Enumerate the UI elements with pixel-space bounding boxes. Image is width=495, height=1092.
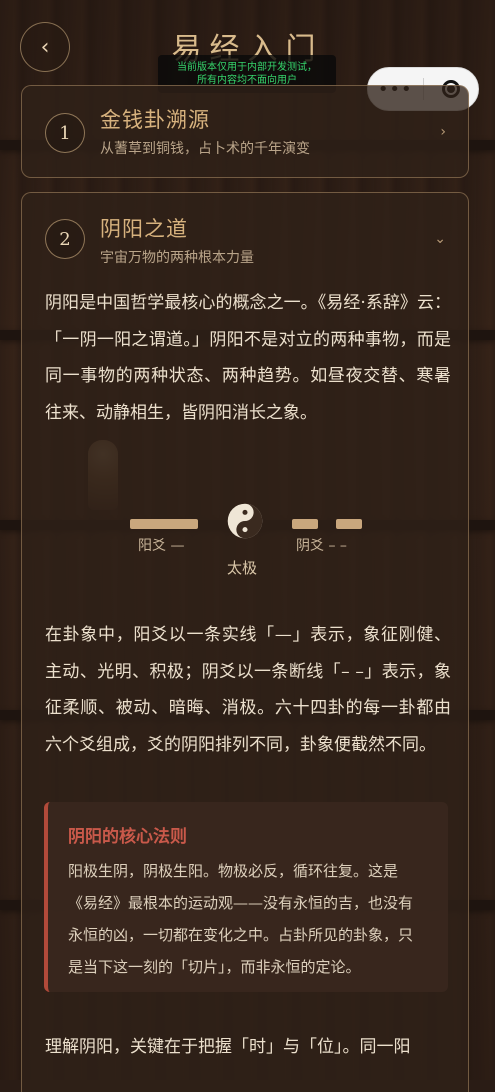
content-paragraph: 理解阴阳，关键在于把握「时」与「位」。同一阳 bbox=[45, 1037, 411, 1057]
nav-header: ‹ 易经入门 当前版本仅用于内部开发测试， 所有内容均不面向用户 ••• bbox=[0, 0, 495, 111]
yin-label: 阴爻 – – bbox=[296, 538, 347, 554]
section-subtitle: 从蓍草到铜钱，占卜术的千年演变 bbox=[100, 141, 310, 157]
section-title[interactable]: 阴阳之道 bbox=[100, 213, 188, 243]
core-rule-callout: 阴阳的核心法则 阳极生阴，阴极生阳。物极必反，循环往复。这是《易经》最根本的运动… bbox=[44, 802, 448, 992]
yang-line bbox=[130, 519, 198, 529]
section-number: 2 bbox=[45, 219, 85, 259]
taiji-icon bbox=[227, 503, 263, 539]
content-paragraph: 在卦象中，阳爻以一条实线「—」表示，象征刚健、主动、光明、积极；阴爻以一条断线「… bbox=[45, 625, 451, 755]
content-paragraph: 阴阳是中国哲学最核心的概念之一。《易经·系辞》云：「一阴一阳之谓道。」阴阳不是对… bbox=[45, 293, 451, 423]
yin-line-right bbox=[336, 519, 362, 529]
callout-title: 阴阳的核心法则 bbox=[68, 827, 187, 847]
section-number: 1 bbox=[45, 113, 85, 153]
section-title: 金钱卦溯源 bbox=[100, 108, 210, 132]
callout-text: 阳极生阴，阴极生阳。物极必反，循环往复。这是《易经》最根本的运动观——没有永恒的… bbox=[68, 862, 414, 976]
taiji-label: 太极 bbox=[227, 559, 258, 577]
chevron-right-icon: › bbox=[440, 124, 446, 140]
section-subtitle: 宇宙万物的两种根本力量 bbox=[100, 250, 254, 266]
yin-yang-diagram: 阳爻 — 太极 阴爻 – – bbox=[22, 493, 470, 583]
dev-tip-line1: 当前版本仅用于内部开发测试， bbox=[177, 62, 317, 73]
yin-line-left bbox=[292, 519, 318, 529]
section-card-1[interactable]: 1 金钱卦溯源 从蓍草到铜钱，占卜术的千年演变 › bbox=[21, 85, 469, 178]
section-card-2: 2 阴阳之道 宇宙万物的两种根本力量 ⌄ 阴阳是中国哲学最核心的概念之一。《易经… bbox=[21, 192, 469, 1092]
chevron-down-icon[interactable]: ⌄ bbox=[434, 231, 446, 247]
yang-label: 阳爻 — bbox=[138, 538, 185, 554]
